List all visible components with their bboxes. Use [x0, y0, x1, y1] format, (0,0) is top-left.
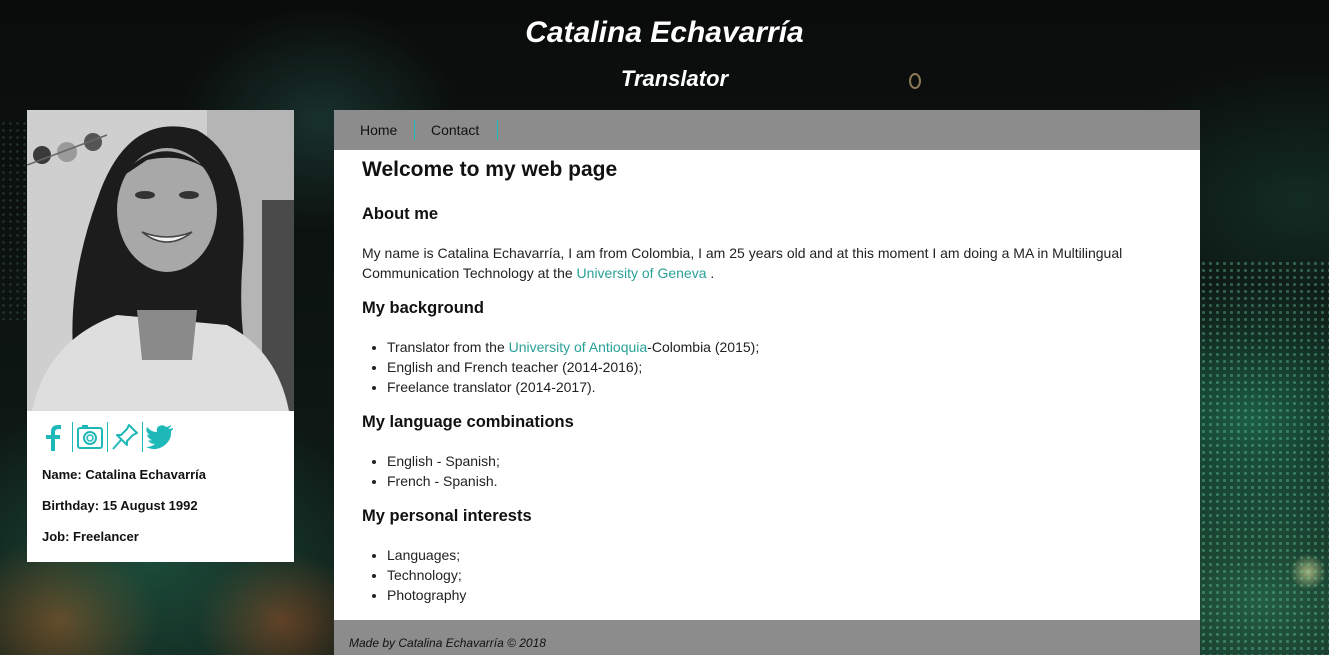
- main-content: Welcome to my web page About me My name …: [334, 150, 1200, 620]
- list-item: Languages;: [387, 545, 466, 565]
- site-subtitle: Translator: [620, 66, 729, 91]
- list-item: English - Spanish;: [387, 451, 500, 471]
- blog-pin-icon[interactable]: [110, 422, 140, 452]
- nav-bar: Home Contact: [334, 110, 1200, 150]
- profile-photo: [27, 110, 294, 411]
- university-antioquia-link[interactable]: University of Antioquia: [509, 339, 648, 355]
- list-item: Freelance translator (2014-2017).: [387, 377, 759, 397]
- social-divider: [107, 422, 108, 452]
- background-list: Translator from the University of Antioq…: [362, 337, 759, 397]
- interests-heading: My personal interests: [362, 507, 532, 525]
- profile-info: Name: Catalina Echavarría Birthday: 15 A…: [42, 468, 282, 561]
- profile-birthday: Birthday: 15 August 1992: [42, 498, 198, 513]
- profile-job: Job: Freelancer: [42, 529, 139, 544]
- page-heading: Welcome to my web page: [362, 158, 618, 181]
- list-item: English and French teacher (2014-2016);: [387, 357, 759, 377]
- social-links: [40, 421, 175, 453]
- footer: Made by Catalina Echavarría © 2018: [334, 620, 1200, 655]
- nav-divider: [414, 120, 415, 140]
- nav-contact[interactable]: Contact: [431, 110, 479, 150]
- facebook-icon[interactable]: [40, 422, 70, 452]
- background-bokeh-left: [0, 120, 27, 320]
- twitter-icon[interactable]: [145, 422, 175, 452]
- social-divider: [72, 422, 73, 452]
- social-divider: [142, 422, 143, 452]
- nav-divider: [497, 120, 498, 140]
- list-item: Translator from the University of Antioq…: [387, 337, 759, 357]
- background-heading: My background: [362, 299, 484, 317]
- about-text: My name is Catalina Echavarría, I am fro…: [362, 245, 1123, 281]
- profile-name: Name: Catalina Echavarría: [42, 467, 207, 482]
- background-bokeh-right: [1200, 260, 1329, 655]
- interests-list: Languages; Technology; Photography: [362, 545, 466, 605]
- languages-heading: My language combinations: [362, 413, 574, 431]
- instagram-icon[interactable]: [75, 422, 105, 452]
- list-item: Technology;: [387, 565, 466, 585]
- about-heading: About me: [362, 205, 439, 223]
- languages-list: English - Spanish; French - Spanish.: [362, 451, 500, 491]
- university-geneva-link[interactable]: University of Geneva: [577, 265, 707, 281]
- footer-text: Made by Catalina Echavarría © 2018: [349, 636, 546, 650]
- nav-home[interactable]: Home: [360, 110, 397, 150]
- list-item: French - Spanish.: [387, 471, 500, 491]
- list-item: Photography: [387, 585, 466, 605]
- site-title: Catalina Echavarría: [525, 16, 804, 49]
- profile-card: Name: Catalina Echavarría Birthday: 15 A…: [27, 110, 294, 562]
